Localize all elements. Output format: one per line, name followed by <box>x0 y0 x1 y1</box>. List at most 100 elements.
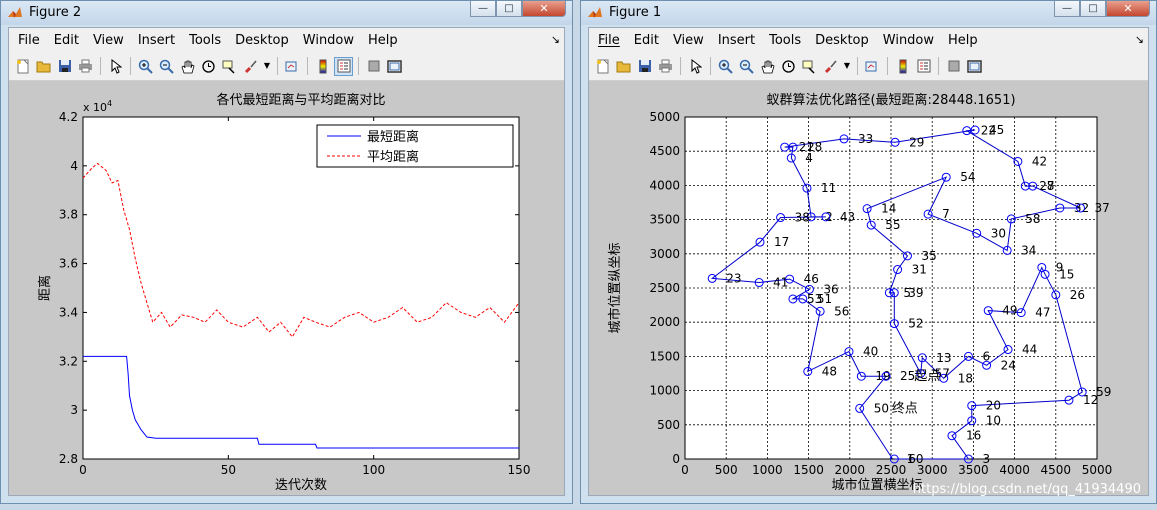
y-tick-label: 3500 <box>649 213 680 227</box>
y-tick-label: 4.2 <box>59 110 78 124</box>
zoom-out-icon[interactable] <box>158 58 175 75</box>
menu-desktop[interactable]: Desktop <box>808 33 876 48</box>
hide-plot-tools-icon[interactable] <box>365 58 382 75</box>
city-label: 6 <box>982 349 990 363</box>
brush-icon[interactable] <box>822 58 839 75</box>
menu-view[interactable]: View <box>86 33 131 48</box>
toolbar-separator <box>710 57 711 75</box>
data-cursor-icon[interactable] <box>801 58 818 75</box>
city-label: 9 <box>1056 260 1064 274</box>
city-label: 48 <box>822 364 837 378</box>
pan-hand-icon[interactable] <box>759 58 776 75</box>
legend-icon[interactable] <box>915 58 932 75</box>
maximize-button[interactable]: □ <box>496 1 522 17</box>
city-label: 10 <box>986 414 1001 428</box>
menu-view[interactable]: View <box>666 33 711 48</box>
city-label: 26 <box>1070 288 1085 302</box>
figure2-titlebar[interactable]: Figure 2 — □ ✕ <box>1 1 572 25</box>
menu-help[interactable]: Help <box>941 33 985 48</box>
city-label: 49 <box>1002 304 1017 318</box>
dropdown-arrow-icon[interactable]: ▼ <box>263 58 271 75</box>
pointer-icon[interactable] <box>107 58 124 75</box>
brush-icon[interactable] <box>242 58 259 75</box>
zoom-in-icon[interactable] <box>137 58 154 75</box>
pointer-icon[interactable] <box>687 58 704 75</box>
close-button[interactable]: ✕ <box>1106 1 1150 17</box>
print-icon[interactable] <box>77 58 94 75</box>
data-cursor-icon[interactable] <box>221 58 238 75</box>
x-tick-label: 1500 <box>793 463 824 477</box>
minimize-button[interactable]: — <box>1054 1 1080 17</box>
menu-file[interactable]: File <box>589 33 627 48</box>
dock-arrow-icon[interactable]: ↘ <box>551 33 560 46</box>
menu-window[interactable]: Window <box>296 33 361 48</box>
menu-edit[interactable]: Edit <box>47 33 86 48</box>
save-icon[interactable] <box>636 58 653 75</box>
figure-toolbar: ▼ <box>589 52 1148 81</box>
show-plot-tools-icon[interactable] <box>966 58 983 75</box>
watermark: https://blog.csdn.net/qq_41934490 <box>913 482 1141 497</box>
link-plot-icon[interactable] <box>284 58 301 75</box>
menu-insert[interactable]: Insert <box>711 33 762 48</box>
show-plot-tools-icon[interactable] <box>386 58 403 75</box>
colorbar-icon[interactable] <box>894 58 911 75</box>
city-label: 25 <box>900 369 915 383</box>
city-label: 56 <box>834 304 849 318</box>
y-tick-label: 500 <box>657 418 680 432</box>
city-label: 58 <box>1025 212 1040 226</box>
menu-window[interactable]: Window <box>876 33 941 48</box>
city-label: 54 <box>960 170 975 184</box>
city-label: 19 <box>875 369 890 383</box>
dropdown-arrow-icon[interactable]: ▼ <box>843 58 851 75</box>
figure1-titlebar[interactable]: Figure 1 — □ ✕ <box>581 1 1156 25</box>
x-tick-label: 500 <box>715 463 738 477</box>
city-label: 2 <box>825 210 833 224</box>
menu-tools[interactable]: Tools <box>762 33 808 48</box>
city-label: 5 <box>903 286 911 300</box>
menu-desktop[interactable]: Desktop <box>228 33 296 48</box>
city-label: 3 <box>982 452 990 466</box>
zoom-in-icon[interactable] <box>717 58 734 75</box>
toolbar-separator <box>857 57 858 75</box>
link-plot-icon[interactable] <box>864 58 881 75</box>
figure1-window: Figure 1 — □ ✕ File Edit View Insert Too… <box>580 0 1157 504</box>
maximize-button[interactable]: □ <box>1080 1 1106 17</box>
city-label: 16 <box>966 429 981 443</box>
zoom-out-icon[interactable] <box>738 58 755 75</box>
menu-edit[interactable]: Edit <box>627 33 666 48</box>
menu-help[interactable]: Help <box>361 33 405 48</box>
city-label: 52 <box>908 317 923 331</box>
menu-insert[interactable]: Insert <box>131 33 182 48</box>
city-label: 7 <box>942 207 950 221</box>
new-file-icon[interactable] <box>594 58 611 75</box>
toolbar-separator <box>887 57 888 75</box>
save-icon[interactable] <box>56 58 73 75</box>
city-label: 35 <box>921 249 936 263</box>
legend-icon[interactable] <box>334 56 353 76</box>
menu-file[interactable]: File <box>9 33 47 48</box>
city-label: 50 <box>874 401 889 415</box>
city-label: 1 <box>907 452 915 466</box>
matlab-logo-icon <box>588 7 602 18</box>
y-tick-label: 2.8 <box>59 452 78 466</box>
new-file-icon[interactable] <box>14 58 31 75</box>
menu-tools[interactable]: Tools <box>182 33 228 48</box>
close-button[interactable]: ✕ <box>522 1 566 17</box>
city-label: 18 <box>958 371 973 385</box>
minimize-button[interactable]: — <box>470 1 496 17</box>
y-tick-label: 2500 <box>649 281 680 295</box>
city-label: 13 <box>936 351 951 365</box>
open-folder-icon[interactable] <box>35 58 52 75</box>
pan-hand-icon[interactable] <box>179 58 196 75</box>
colorbar-icon[interactable] <box>314 58 331 75</box>
print-icon[interactable] <box>657 58 674 75</box>
hide-plot-tools-icon[interactable] <box>945 58 962 75</box>
open-folder-icon[interactable] <box>615 58 632 75</box>
city-label: 40 <box>863 345 878 359</box>
rotate-3d-icon[interactable] <box>200 58 217 75</box>
city-label: 46 <box>804 272 819 286</box>
dock-arrow-icon[interactable]: ↘ <box>1135 33 1144 46</box>
menubar: File Edit View Insert Tools Desktop Wind… <box>589 28 1148 52</box>
x-tick-label: 4000 <box>999 463 1030 477</box>
rotate-3d-icon[interactable] <box>780 58 797 75</box>
